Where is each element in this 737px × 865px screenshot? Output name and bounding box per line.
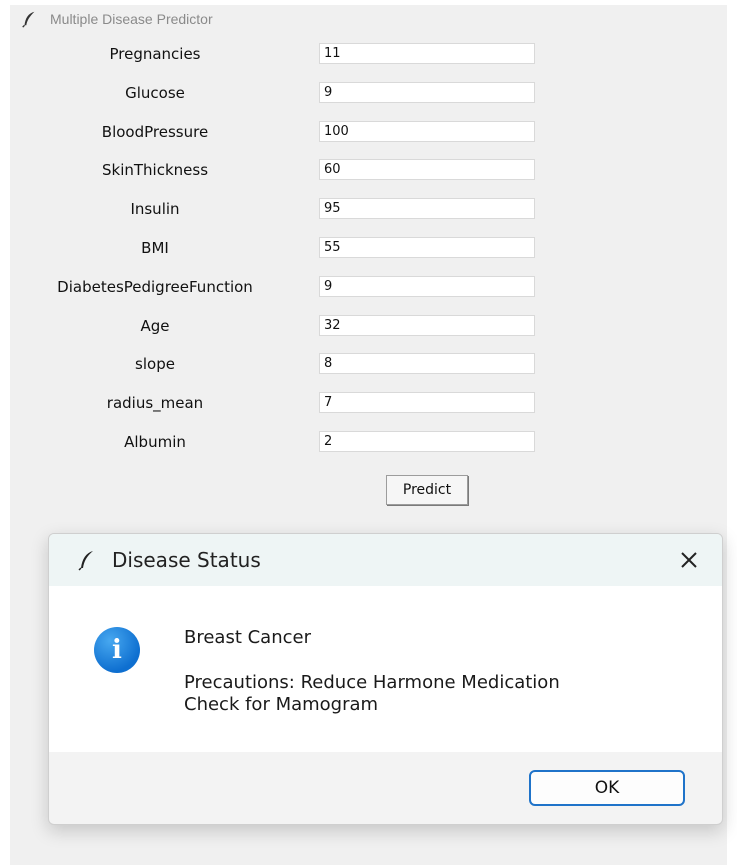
dialog-title: Disease Status <box>112 548 261 572</box>
field-label: DiabetesPedigreeFunction <box>57 278 253 296</box>
field-label: Glucose <box>125 84 185 102</box>
field-input[interactable]: 100 <box>319 121 535 142</box>
field-input[interactable]: 2 <box>319 431 535 452</box>
field-input[interactable]: 9 <box>319 276 535 297</box>
field-input[interactable]: 9 <box>319 82 535 103</box>
field-label: Insulin <box>130 200 180 218</box>
field-label: Albumin <box>124 433 186 451</box>
field-label: slope <box>135 355 175 373</box>
field-label: BloodPressure <box>101 123 209 141</box>
disease-result-text: Breast Cancer <box>184 627 311 648</box>
field-input[interactable]: 60 <box>319 159 535 180</box>
window-title: Multiple Disease Predictor <box>50 11 213 27</box>
field-input[interactable]: 32 <box>319 315 535 336</box>
field-label: radius_mean <box>106 394 204 412</box>
close-icon[interactable] <box>676 547 702 573</box>
feather-icon <box>22 11 35 28</box>
field-input[interactable]: 8 <box>319 353 535 374</box>
disease-status-dialog: Disease Status i Breast Cancer Precautio… <box>48 533 723 825</box>
field-label: SkinThickness <box>101 161 209 179</box>
field-label: Pregnancies <box>109 45 201 63</box>
precautions-detail-text: Check for Mamogram <box>184 694 379 715</box>
title-bar: Multiple Disease Predictor <box>10 5 727 33</box>
field-input[interactable]: 7 <box>319 392 535 413</box>
feather-icon <box>78 551 93 571</box>
field-input[interactable]: 11 <box>319 43 535 64</box>
field-label: Age <box>140 317 170 335</box>
predict-button[interactable]: Predict <box>386 475 468 505</box>
info-icon: i <box>94 627 140 673</box>
field-input[interactable]: 95 <box>319 198 535 219</box>
precautions-text: Precautions: Reduce Harmone Medication <box>184 672 560 693</box>
dialog-title-bar: Disease Status <box>49 534 722 586</box>
field-label: BMI <box>141 239 169 257</box>
ok-button[interactable]: OK <box>529 770 685 806</box>
field-input[interactable]: 55 <box>319 237 535 258</box>
dialog-body <box>49 586 722 752</box>
